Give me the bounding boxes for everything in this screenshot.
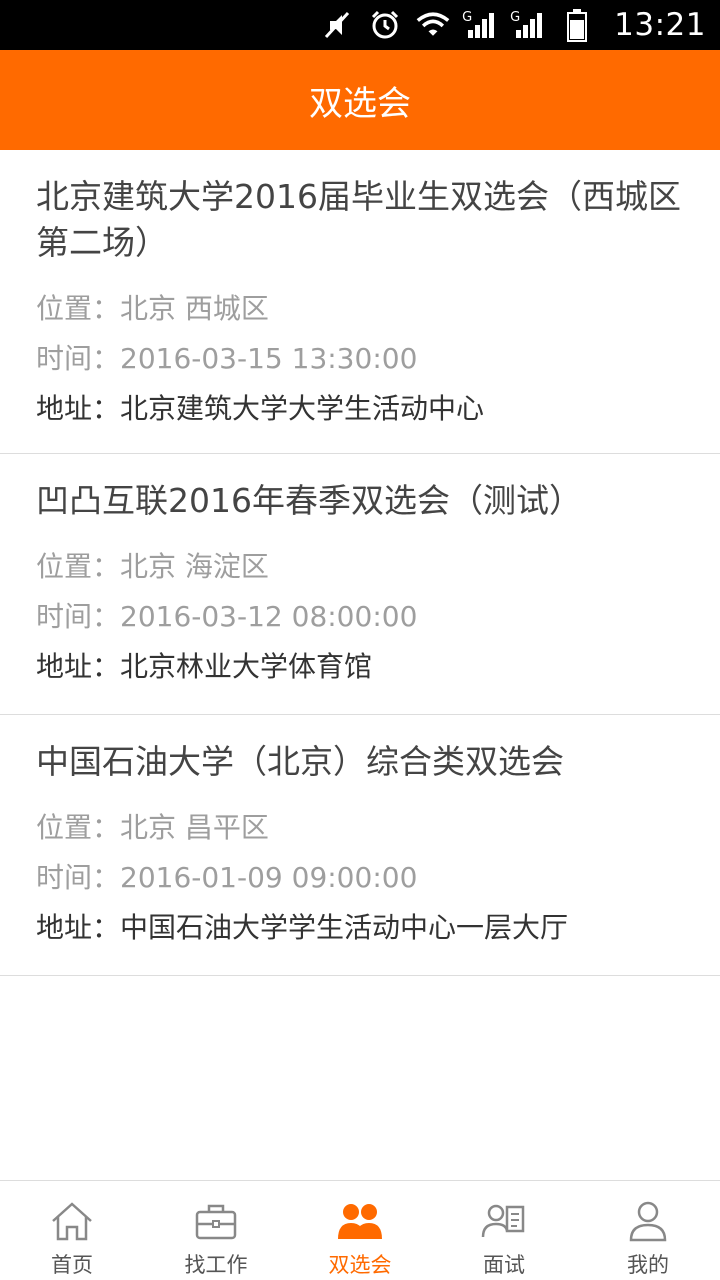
status-bar: G G 13:21 — [0, 0, 720, 50]
list-item[interactable]: 中国石油大学（北京）综合类双选会 位置：北京 昌平区 时间：2016-01-09… — [0, 715, 720, 976]
nav-label: 我的 — [627, 1253, 669, 1277]
wifi-icon — [416, 8, 450, 42]
nav-label: 首页 — [51, 1253, 93, 1277]
page-title: 双选会 — [309, 83, 411, 124]
nav-label: 面试 — [483, 1253, 525, 1277]
event-time: 时间：2016-03-15 13:30:00 — [36, 342, 418, 375]
user-icon — [629, 1201, 667, 1242]
app-header: 双选会 — [0, 50, 720, 150]
network-type-label: G — [462, 10, 473, 25]
people-icon — [338, 1204, 382, 1239]
list-item[interactable]: 凹凸互联2016年春季双选会（测试） 位置：北京 海淀区 时间：2016-03-… — [0, 454, 720, 715]
event-time: 时间：2016-01-09 09:00:00 — [36, 861, 418, 894]
status-clock: 13:21 — [614, 7, 706, 43]
event-title: 北京建筑大学2016届毕业生双选会（西城区第二场） — [36, 177, 681, 262]
signal-icon: G — [462, 8, 498, 42]
event-address: 地址：北京林业大学体育馆 — [36, 650, 373, 683]
nav-item-profile[interactable]: 我的 — [576, 1181, 720, 1280]
briefcase-icon — [195, 1204, 237, 1240]
nav-label: 双选会 — [328, 1253, 392, 1277]
nav-item-jobs[interactable]: 找工作 — [144, 1181, 288, 1280]
nav-item-job-fair[interactable]: 双选会 — [288, 1181, 432, 1280]
home-icon — [52, 1202, 92, 1241]
nav-label: 找工作 — [184, 1253, 248, 1277]
event-time: 时间：2016-03-12 08:00:00 — [36, 600, 418, 633]
nav-item-home[interactable]: 首页 — [0, 1181, 144, 1280]
event-list: 北京建筑大学2016届毕业生双选会（西城区第二场） 位置：北京 西城区 时间：2… — [0, 150, 720, 976]
alarm-icon — [368, 8, 402, 42]
nav-item-interview[interactable]: 面试 — [432, 1181, 576, 1280]
network-type-label: G — [510, 10, 521, 25]
list-item[interactable]: 北京建筑大学2016届毕业生双选会（西城区第二场） 位置：北京 西城区 时间：2… — [0, 150, 720, 454]
battery-icon — [560, 8, 594, 42]
event-location: 位置：北京 海淀区 — [36, 550, 269, 583]
event-address: 地址：中国石油大学学生活动中心一层大厅 — [36, 911, 569, 944]
event-address: 地址：北京建筑大学大学生活动中心 — [36, 392, 485, 425]
event-title: 中国石油大学（北京）综合类双选会 — [36, 742, 564, 781]
mute-icon — [320, 8, 354, 42]
signal-icon: G — [510, 8, 546, 42]
event-location: 位置：北京 昌平区 — [36, 811, 269, 844]
event-location: 位置：北京 西城区 — [36, 292, 269, 325]
interview-icon — [481, 1204, 525, 1238]
bottom-nav: 首页 找工作 双选会 面试 我的 — [0, 1180, 720, 1280]
event-title: 凹凸互联2016年春季双选会（测试） — [36, 481, 582, 520]
